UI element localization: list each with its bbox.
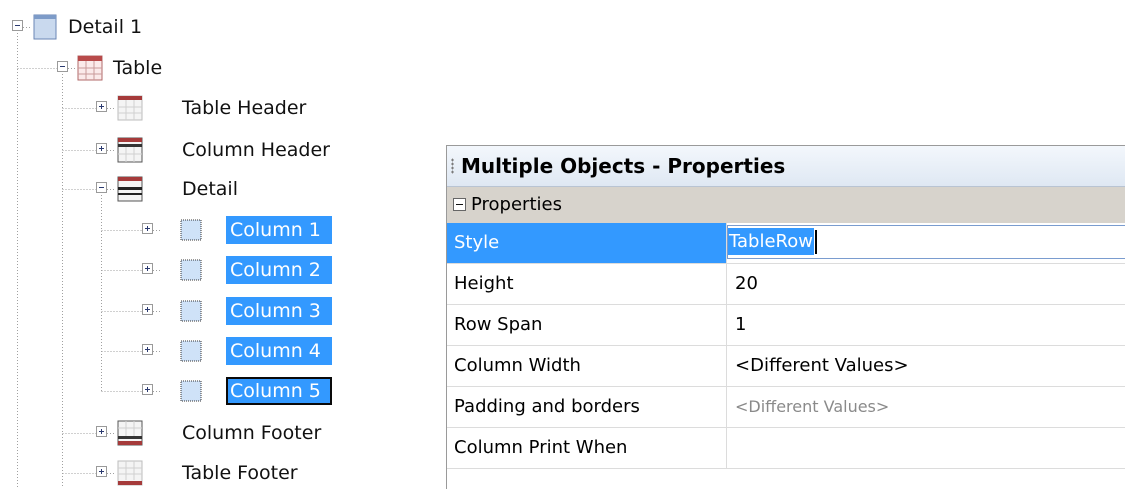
tree-node-label: Table Header	[182, 97, 307, 119]
property-value[interactable]: <Different Values>	[727, 387, 1125, 427]
column-cell-icon	[180, 219, 202, 241]
tree-node-label: Detail 1	[68, 16, 143, 38]
expand-icon[interactable]	[96, 466, 107, 477]
property-row-column-print-when[interactable]: Column Print When	[447, 428, 1125, 469]
expand-icon[interactable]	[96, 143, 107, 154]
property-row-padding-and-borders[interactable]: Padding and borders <Different Values>	[447, 387, 1125, 428]
property-value[interactable]: <Different Values>	[727, 346, 1125, 386]
property-name: Style	[447, 223, 727, 263]
column-footer-icon	[117, 420, 143, 446]
expand-icon[interactable]	[142, 263, 153, 274]
column-cell-icon	[180, 340, 202, 362]
expand-icon[interactable]	[142, 223, 153, 234]
expand-icon[interactable]	[142, 304, 153, 315]
table-footer-icon	[117, 460, 143, 486]
tree-node-label: Column 3	[226, 297, 332, 325]
detail-section-icon	[117, 176, 143, 202]
property-category-row[interactable]: Properties	[447, 187, 1125, 223]
property-value[interactable]: 20	[727, 264, 1125, 304]
property-value[interactable]: 1	[727, 305, 1125, 345]
property-value[interactable]: TableRow	[727, 223, 1125, 263]
property-value[interactable]	[727, 428, 1125, 468]
column-cell-icon	[180, 259, 202, 281]
report-outline-tree: Detail 1 Table Table Header Column Heade…	[0, 0, 420, 488]
tree-node-label: Column Header	[182, 139, 330, 161]
property-row-column-width[interactable]: Column Width <Different Values>	[447, 346, 1125, 387]
property-row-row-span[interactable]: Row Span 1	[447, 305, 1125, 346]
tree-node-label: Detail	[182, 178, 238, 200]
property-row-style[interactable]: Style TableRow	[447, 223, 1125, 264]
property-name: Height	[447, 264, 727, 304]
column-header-icon	[117, 137, 143, 163]
expand-icon[interactable]	[96, 426, 107, 437]
table-icon	[77, 55, 103, 81]
column-cell-icon	[180, 380, 202, 402]
properties-panel-header: Multiple Objects - Properties	[447, 146, 1125, 187]
tree-connector-lines	[17, 27, 161, 488]
tree-node-label: Column Footer	[182, 422, 322, 444]
tree-node-label: Column 1	[226, 216, 332, 244]
drag-grip-icon[interactable]	[451, 158, 454, 174]
expand-icon[interactable]	[142, 384, 153, 395]
properties-panel: Multiple Objects - Properties Properties…	[446, 145, 1125, 489]
expand-icon[interactable]	[142, 344, 153, 355]
property-name: Column Width	[447, 346, 727, 386]
property-name: Column Print When	[447, 428, 727, 468]
tree-node-label: Table Footer	[182, 462, 298, 484]
collapse-icon[interactable]	[57, 61, 68, 72]
collapse-icon[interactable]	[453, 198, 466, 211]
tree-node-label: Column 2	[226, 256, 332, 284]
property-name: Row Span	[447, 305, 727, 345]
collapse-icon[interactable]	[12, 20, 23, 31]
expand-icon[interactable]	[96, 101, 107, 112]
property-row-height[interactable]: Height 20	[447, 264, 1125, 305]
column-cell-icon	[180, 300, 202, 322]
band-icon	[33, 14, 57, 40]
panel-title: Multiple Objects - Properties	[461, 154, 786, 178]
tree-node-label: Column 5	[226, 377, 332, 405]
tree-node-label: Table	[113, 57, 163, 79]
category-label: Properties	[471, 194, 562, 215]
table-header-icon	[117, 95, 143, 121]
selected-text: TableRow	[728, 228, 814, 255]
property-name: Padding and borders	[447, 387, 727, 427]
style-edit-field[interactable]: TableRow	[727, 225, 1125, 259]
collapse-icon[interactable]	[96, 182, 107, 193]
tree-node-label: Column 4	[226, 337, 332, 365]
text-caret	[814, 230, 817, 254]
